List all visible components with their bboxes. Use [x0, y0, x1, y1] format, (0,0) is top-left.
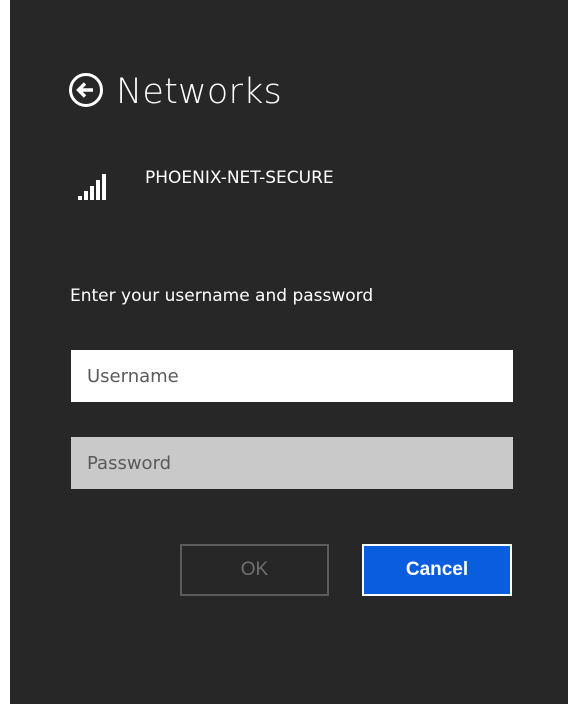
network-auth-panel: Networks PHOENIX-NET-SECURE Enter your u…: [10, 0, 568, 704]
panel-header: Networks: [68, 68, 282, 116]
credentials-prompt: Enter your username and password: [70, 286, 374, 306]
cancel-button[interactable]: Cancel: [362, 544, 512, 596]
back-arrow-circle-icon: [68, 72, 104, 112]
username-input[interactable]: [71, 350, 513, 402]
network-item: PHOENIX-NET-SECURE: [78, 162, 334, 202]
ok-button[interactable]: OK: [180, 544, 329, 596]
network-name: PHOENIX-NET-SECURE: [145, 168, 334, 188]
back-button[interactable]: [68, 68, 116, 116]
password-input[interactable]: [71, 437, 513, 489]
wifi-signal-bars-icon: [78, 162, 132, 202]
page-title: Networks: [116, 72, 282, 112]
